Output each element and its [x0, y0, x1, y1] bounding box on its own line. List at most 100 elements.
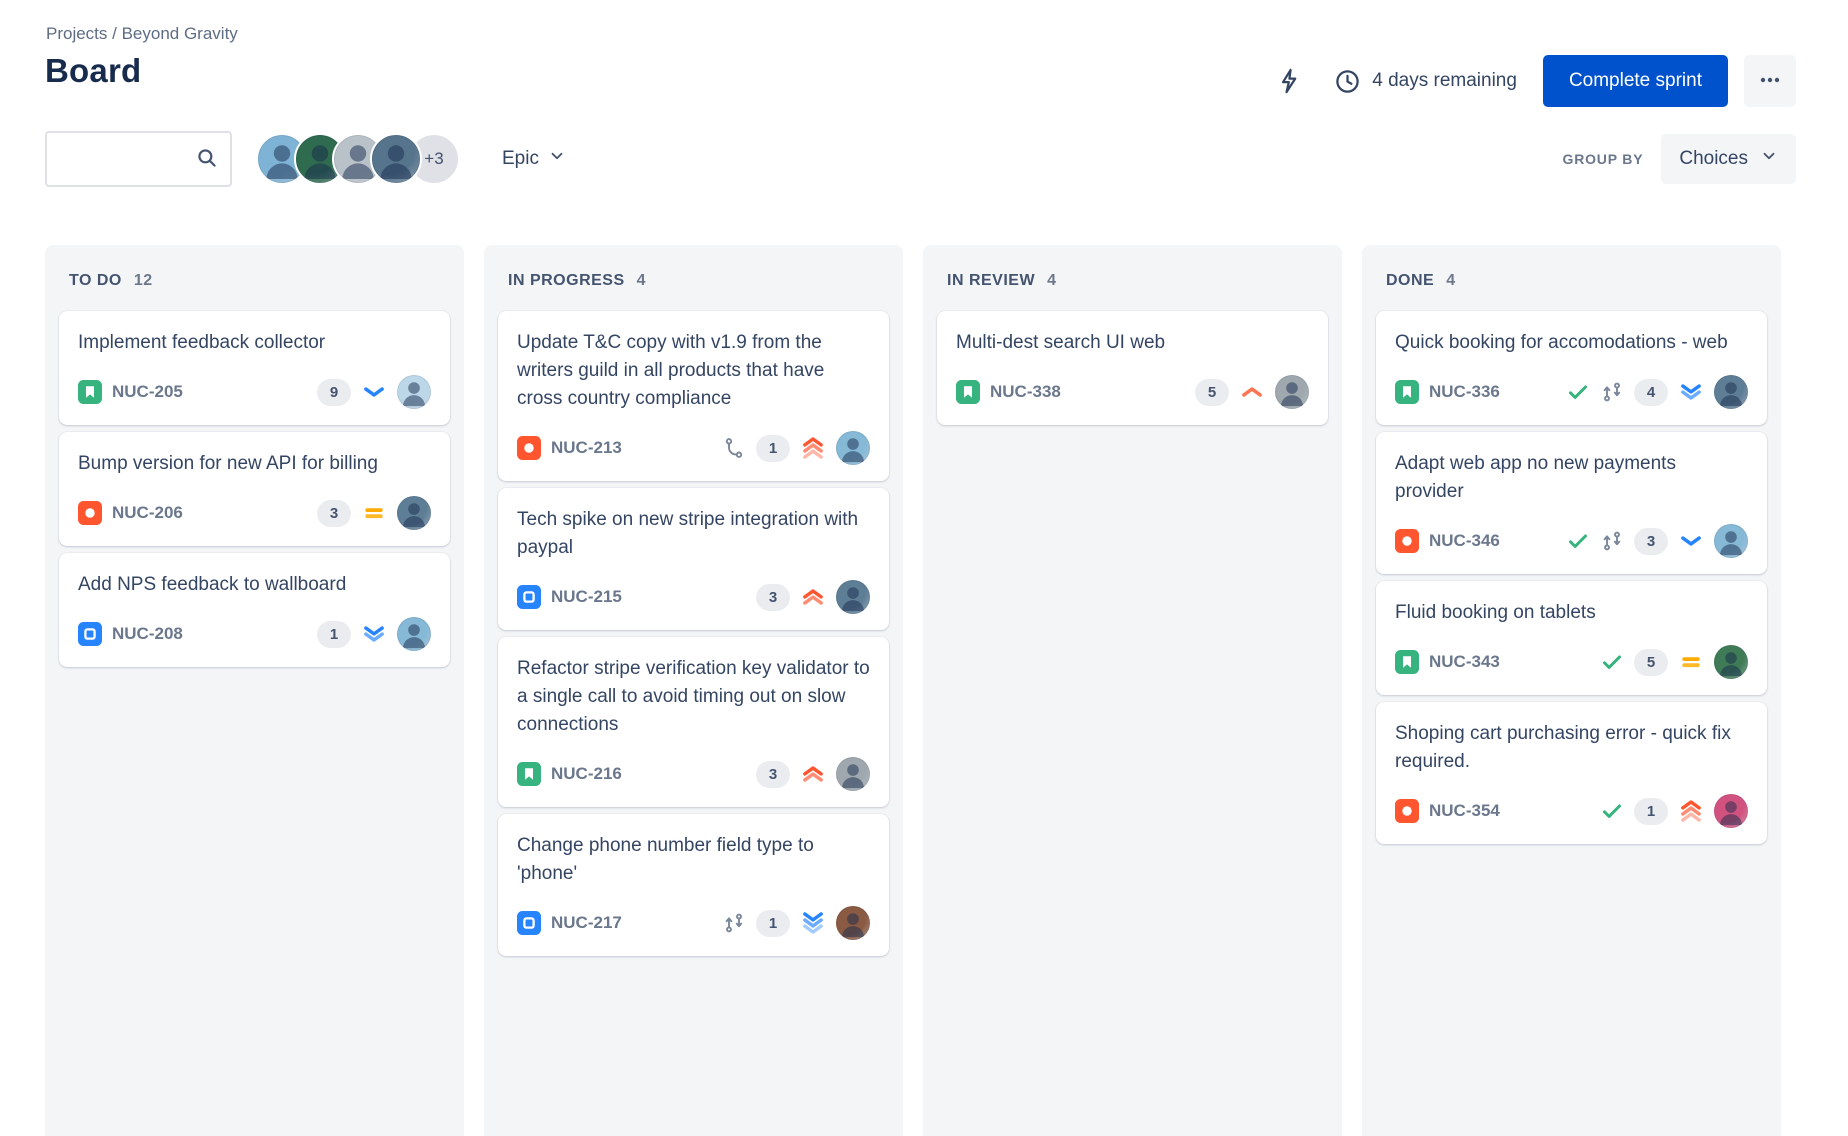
story-points-badge: 4: [1634, 378, 1668, 406]
story-points-badge: 1: [1634, 797, 1668, 825]
column-cards: Quick booking for accomodations - web NU…: [1362, 311, 1781, 844]
card-title: Update T&C copy with v1.9 from the write…: [517, 332, 825, 409]
story-icon: [517, 762, 541, 786]
story-points-badge: 3: [317, 499, 351, 527]
column-name: IN PROGRESS: [508, 272, 625, 289]
priority-down3-icon: [800, 910, 826, 936]
pull-request-icon: [1600, 529, 1624, 553]
card-meta: 3: [1566, 524, 1748, 558]
search-input[interactable]: [45, 131, 232, 187]
card-footer: NUC-343 5: [1395, 645, 1748, 679]
card-title: Tech spike on new stripe integration wit…: [517, 509, 859, 558]
issue-key: NUC-336: [1429, 382, 1500, 401]
assignee-avatar: [1275, 375, 1309, 409]
card-title: Quick booking for accomodations - web: [1395, 332, 1728, 353]
card-title: Implement feedback collector: [78, 332, 326, 353]
story-points-badge: 3: [756, 583, 790, 611]
column-cards: Implement feedback collector NUC-205 9 B…: [45, 311, 464, 667]
issue-key: NUC-213: [551, 438, 622, 457]
column-cards: Update T&C copy with v1.9 from the write…: [484, 311, 903, 956]
column-cards: Multi-dest search UI web NUC-338 5: [923, 311, 1342, 425]
column-header: IN PROGRESS 4: [484, 245, 903, 311]
priority-medium-icon: [361, 500, 387, 526]
card-title: Refactor stripe verification key validat…: [517, 658, 870, 735]
complete-sprint-button[interactable]: Complete sprint: [1542, 55, 1728, 107]
card-title: Bump version for new API for billing: [78, 453, 378, 474]
team-avatar-stack: [256, 133, 422, 185]
card-footer: NUC-213 1: [517, 431, 870, 465]
issue-card[interactable]: Update T&C copy with v1.9 from the write…: [498, 311, 889, 481]
priority-up3-icon: [800, 435, 826, 461]
more-actions-button[interactable]: [1744, 55, 1796, 107]
days-remaining: 4 days remaining: [1372, 70, 1517, 91]
board-column-in-progress: IN PROGRESS 4 Update T&C copy with v1.9 f…: [484, 245, 903, 1136]
card-meta: 1: [722, 431, 870, 465]
ellipsis-icon: [1758, 68, 1782, 95]
card-meta: 4: [1566, 375, 1748, 409]
chevron-down-icon: [1760, 147, 1778, 171]
issue-card[interactable]: Change phone number field type to 'phone…: [498, 814, 889, 956]
story-points-badge: 5: [1195, 378, 1229, 406]
search-box: [45, 131, 232, 187]
branch-icon: [722, 436, 746, 460]
column-count: 4: [1446, 272, 1456, 289]
priority-down2-icon: [1678, 379, 1704, 405]
issue-key: NUC-338: [990, 382, 1061, 401]
issue-key: NUC-205: [112, 382, 183, 401]
issue-card[interactable]: Tech spike on new stripe integration wit…: [498, 488, 889, 630]
issue-key: NUC-217: [551, 913, 622, 932]
done-check-icon: [1600, 799, 1624, 823]
column-name: TO DO: [69, 272, 122, 289]
card-footer: NUC-206 3: [78, 496, 431, 530]
card-meta: 5: [1195, 375, 1309, 409]
card-title: Multi-dest search UI web: [956, 332, 1166, 353]
board-toolbar: +3 Epic GROUP BY Choices: [45, 131, 1796, 187]
issue-card[interactable]: Quick booking for accomodations - web NU…: [1376, 311, 1767, 425]
card-footer: NUC-215 3: [517, 580, 870, 614]
card-meta: 3: [317, 496, 431, 530]
insights-lightning-icon[interactable]: [1276, 67, 1304, 95]
header-actions: 4 days remaining Complete sprint: [1276, 55, 1796, 107]
pull-request-icon: [1600, 380, 1624, 404]
story-icon: [1395, 650, 1419, 674]
epic-filter-dropdown[interactable]: Epic: [502, 147, 566, 171]
done-check-icon: [1566, 380, 1590, 404]
issue-key: NUC-343: [1429, 652, 1500, 671]
issue-key: NUC-346: [1429, 531, 1500, 550]
team-member-4-avatar[interactable]: [370, 133, 422, 185]
card-title: Fluid booking on tablets: [1395, 602, 1596, 623]
breadcrumb[interactable]: Projects / Beyond Gravity: [46, 24, 238, 44]
assignee-avatar: [836, 906, 870, 940]
issue-card[interactable]: Shoping cart purchasing error - quick fi…: [1376, 702, 1767, 844]
card-title: Adapt web app no new payments provider: [1395, 453, 1676, 502]
issue-card[interactable]: Add NPS feedback to wallboard NUC-208 1: [59, 553, 450, 667]
issue-card[interactable]: Implement feedback collector NUC-205 9: [59, 311, 450, 425]
issue-card[interactable]: Adapt web app no new payments provider N…: [1376, 432, 1767, 574]
issue-key: NUC-215: [551, 587, 622, 606]
card-meta: 3: [756, 580, 870, 614]
card-footer: NUC-338 5: [956, 375, 1309, 409]
group-by-dropdown[interactable]: Choices: [1661, 134, 1796, 184]
issue-card[interactable]: Fluid booking on tablets NUC-343 5: [1376, 581, 1767, 695]
story-points-badge: 5: [1634, 648, 1668, 676]
story-points-badge: 3: [756, 760, 790, 788]
card-footer: NUC-354 1: [1395, 794, 1748, 828]
assignee-avatar: [836, 757, 870, 791]
issue-key: NUC-208: [112, 624, 183, 643]
group-by-label: GROUP BY: [1562, 151, 1644, 167]
clock-icon: [1334, 68, 1361, 95]
issue-card[interactable]: Bump version for new API for billing NUC…: [59, 432, 450, 546]
issue-card[interactable]: Multi-dest search UI web NUC-338 5: [937, 311, 1328, 425]
task-icon: [517, 911, 541, 935]
column-name: IN REVIEW: [947, 272, 1036, 289]
page-title: Board: [45, 52, 142, 89]
assignee-avatar: [1714, 794, 1748, 828]
column-count: 4: [636, 272, 647, 289]
issue-card[interactable]: Refactor stripe verification key validat…: [498, 637, 889, 807]
column-header: TO DO 12: [45, 245, 464, 311]
chevron-down-icon: [548, 147, 566, 171]
column-count: 12: [133, 272, 153, 289]
priority-up1-icon: [1239, 379, 1265, 405]
done-check-icon: [1566, 529, 1590, 553]
card-meta: 1: [1600, 794, 1748, 828]
